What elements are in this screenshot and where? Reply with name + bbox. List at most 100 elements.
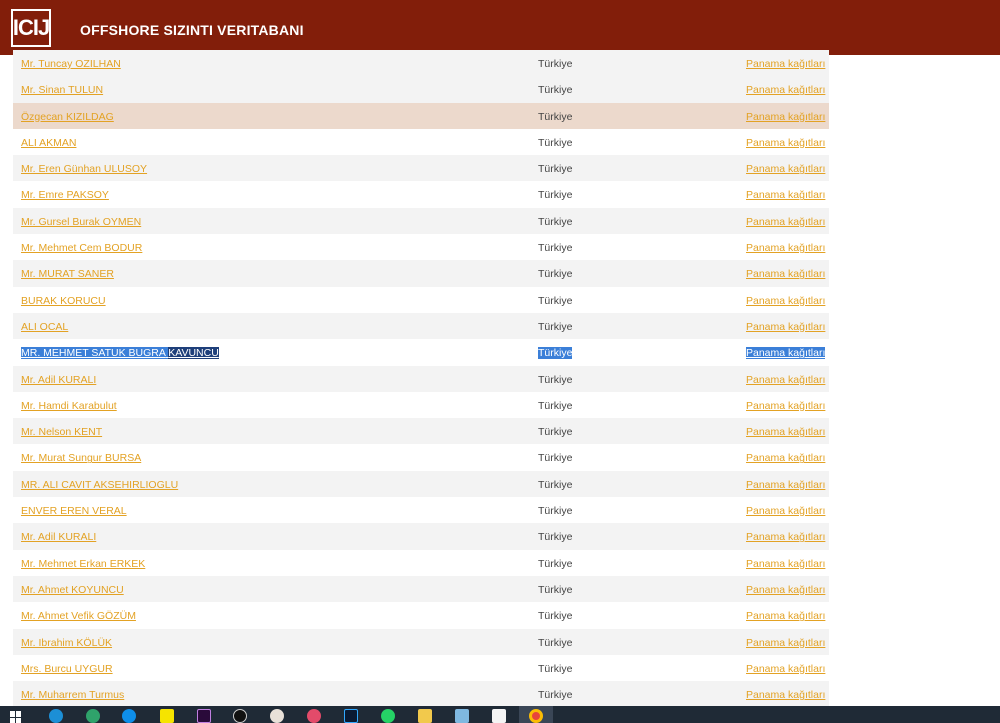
source-link[interactable]: Panama kağıtları [746, 347, 826, 360]
photoshop-icon[interactable] [344, 709, 358, 723]
officer-name-link[interactable]: Mr. Muharrem Turmus [21, 689, 124, 701]
officer-name-link[interactable]: Mr. Eren Günhan ULUSOY [21, 163, 147, 175]
country-cell: Türkiye [538, 58, 573, 70]
officer-name-link[interactable]: MR. MEHMET SATUK BUGRA KAVUNCU [21, 347, 219, 360]
source-link[interactable]: Panama kağıtları [746, 216, 825, 228]
file-explorer-icon[interactable] [418, 709, 432, 723]
officer-name-link[interactable]: Mr. Murat Sungur BURSA [21, 452, 141, 464]
source-link[interactable]: Panama kağıtları [746, 558, 825, 570]
source-link[interactable]: Panama kağıtları [746, 505, 825, 517]
country-cell: Türkiye [538, 373, 573, 386]
snapchat-icon[interactable] [160, 709, 174, 723]
country-cell: Türkiye [538, 426, 573, 439]
table-row: Mr. Muharrem Turmus Türkiye Panama kağıt… [13, 681, 829, 708]
table-row: MR. ALI CAVIT AKSEHIRLIOGLU Türkiye Pana… [13, 470, 829, 498]
source-link[interactable]: Panama kağıtları [746, 610, 825, 622]
source-link[interactable]: Panama kağıtları [746, 58, 825, 70]
source-link[interactable]: Panama kağıtları [746, 295, 825, 307]
officer-name-link[interactable]: Mr. Gursel Burak OYMEN [21, 216, 141, 228]
icij-logo[interactable]: ICIJ [11, 9, 51, 47]
country-cell: Türkiye [538, 84, 573, 97]
source-link[interactable]: Panama kağıtları [746, 400, 825, 412]
country-cell: Türkiye [538, 215, 573, 228]
table-row: Mr. Tuncay OZILHAN Türkiye Panama kağıtl… [13, 50, 829, 77]
notepad-icon[interactable] [455, 709, 469, 723]
officer-name-link[interactable]: Mr. Tuncay OZILHAN [21, 58, 121, 70]
source-link[interactable]: Panama kağıtları [746, 479, 825, 491]
officer-name-link[interactable]: Mr. Nelson KENT [21, 426, 102, 438]
officer-name-link[interactable]: Mr. Adil KURALI [21, 374, 96, 386]
clock-app-icon[interactable] [233, 709, 247, 723]
officer-name-link[interactable]: Mr. Sinan TULUN [21, 84, 103, 96]
source-link[interactable]: Panama kağıtları [746, 426, 825, 438]
premiere-pro-icon[interactable] [197, 709, 211, 723]
edge-legacy-icon[interactable] [49, 709, 63, 723]
officer-name-link[interactable]: Mr. Adil KURALI [21, 531, 96, 543]
country-cell: Türkiye [538, 399, 573, 412]
selected-name-text: MR. MEHMET SATUK BUGRA [21, 347, 166, 360]
officer-name-link[interactable]: ALI AKMAN [21, 137, 76, 149]
source-link[interactable]: Panama kağıtları [746, 452, 825, 464]
table-row: Mr. Nelson KENT Türkiye Panama kağıtları [13, 418, 829, 445]
source-link[interactable]: Panama kağıtları [746, 242, 825, 254]
source-link[interactable]: Panama kağıtları [746, 137, 825, 149]
source-link[interactable]: Panama kağıtları [746, 689, 825, 701]
country-cell: Türkiye [538, 189, 573, 202]
source-link[interactable]: Panama kağıtları [746, 111, 825, 123]
table-row: Mr. Mehmet Erkan ERKEK Türkiye Panama ka… [13, 549, 829, 576]
officer-name-link[interactable]: Mr. Emre PAKSOY [21, 189, 109, 201]
page-title: OFFSHORE SIZINTI VERITABANI [80, 22, 304, 38]
officer-name-link[interactable]: Mr. Mehmet Cem BODUR [21, 242, 142, 254]
table-row: Mrs. Burcu UYGUR Türkiye Panama kağıtlar… [13, 654, 829, 682]
officer-name-link[interactable]: Mr. Ibrahim KÖLÜK [21, 637, 112, 649]
officer-name-link[interactable]: Mr. Hamdi Karabulut [21, 400, 117, 412]
table-row-selected: MR. MEHMET SATUK BUGRA KAVUNCU Türkiye P… [13, 339, 829, 366]
source-link[interactable]: Panama kağıtları [746, 584, 825, 596]
officer-name-link[interactable]: ENVER EREN VERAL [21, 505, 127, 517]
officer-name-link[interactable]: Mr. MURAT SANER [21, 268, 114, 280]
source-link[interactable]: Panama kağıtları [746, 268, 825, 280]
officer-name-link[interactable]: Mr. Ahmet Vefik GÖZÜM [21, 610, 136, 622]
officer-name-link[interactable]: Özgecan KIZILDAG [21, 111, 114, 123]
edge-icon[interactable] [86, 709, 100, 723]
country-cell: Türkiye [538, 557, 573, 570]
country-cell: Türkiye [538, 320, 573, 333]
table-row: Mr. Eren Günhan ULUSOY Türkiye Panama ka… [13, 155, 829, 182]
officer-name-link[interactable]: MR. ALI CAVIT AKSEHIRLIOGLU [21, 479, 178, 491]
source-link[interactable]: Panama kağıtları [746, 163, 825, 175]
table-row: Mr. Ahmet Vefik GÖZÜM Türkiye Panama kağ… [13, 602, 829, 629]
table-row: Özgecan KIZILDAG Türkiye Panama kağıtlar… [13, 102, 829, 129]
chrome-icon[interactable] [529, 709, 543, 723]
country-cell: Türkiye [538, 294, 573, 307]
table-row: Mr. Hamdi Karabulut Türkiye Panama kağıt… [13, 391, 829, 419]
table-row: ALI AKMAN Türkiye Panama kağıtları [13, 128, 829, 156]
teamviewer-icon[interactable] [122, 709, 136, 723]
source-link[interactable]: Panama kağıtları [746, 637, 825, 649]
country-cell: Türkiye [538, 452, 573, 465]
whatsapp-icon[interactable] [381, 709, 395, 723]
source-link[interactable]: Panama kağıtları [746, 189, 825, 201]
country-cell: Türkiye [538, 689, 573, 702]
paint-icon[interactable] [270, 709, 284, 723]
table-row: Mr. Adil KURALI Türkiye Panama kağıtları [13, 523, 829, 550]
source-link[interactable]: Panama kağıtları [746, 84, 825, 96]
officer-name-link[interactable]: ALI OCAL [21, 321, 68, 333]
officer-name-link[interactable]: BURAK KORUCU [21, 295, 106, 307]
country-cell: Türkiye [538, 347, 573, 360]
country-cell: Türkiye [538, 583, 573, 596]
document-icon[interactable] [492, 709, 506, 723]
table-row: Mr. Ahmet KOYUNCU Türkiye Panama kağıtla… [13, 575, 829, 603]
officer-name-link[interactable]: Mr. Ahmet KOYUNCU [21, 584, 124, 596]
country-cell: Türkiye [538, 636, 573, 649]
source-link[interactable]: Panama kağıtları [746, 531, 825, 543]
officer-name-link[interactable]: Mrs. Burcu UYGUR [21, 663, 113, 675]
source-link[interactable]: Panama kağıtları [746, 663, 825, 675]
officer-name-link[interactable]: Mr. Mehmet Erkan ERKEK [21, 558, 145, 570]
source-link[interactable]: Panama kağıtları [746, 374, 825, 386]
source-link[interactable]: Panama kağıtları [746, 321, 825, 333]
country-cell: Türkiye [538, 268, 573, 281]
table-row: Mr. Murat Sungur BURSA Türkiye Panama ka… [13, 444, 829, 471]
table-row: BURAK KORUCU Türkiye Panama kağıtları [13, 286, 829, 313]
windows-start-icon[interactable] [10, 711, 22, 723]
color-wheel-icon[interactable] [307, 709, 321, 723]
